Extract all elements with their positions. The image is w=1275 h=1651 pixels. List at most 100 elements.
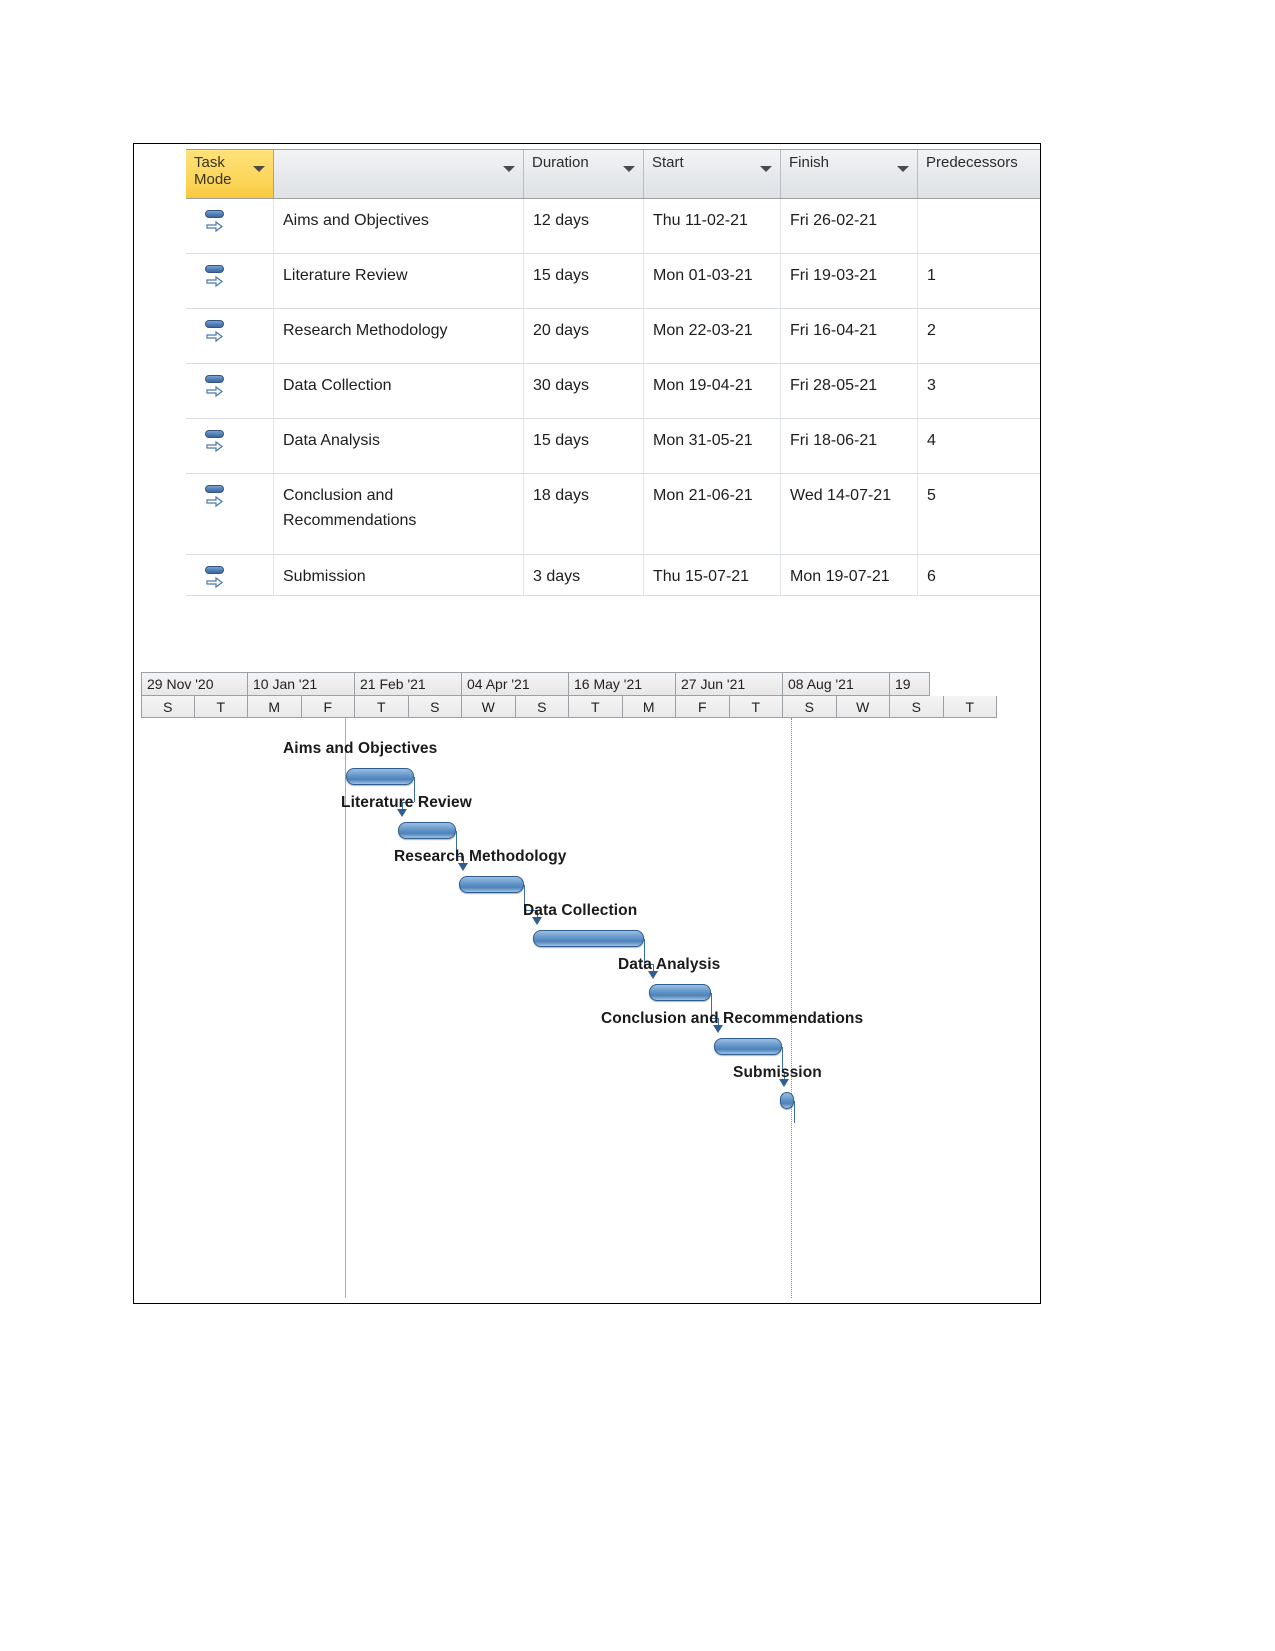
timeline-major-scale: 29 Nov '20 10 Jan '21 21 Feb '21 04 Apr '21… xyxy=(141,672,1003,696)
gantt-plot-area: Aims and Objectives Literature Review Rese… xyxy=(141,718,1009,1298)
gantt-bar[interactable] xyxy=(533,930,644,947)
cell-finish[interactable]: Wed 14-07-21 xyxy=(781,474,918,554)
timeline-major-tick: 08 Aug '21 xyxy=(783,672,890,696)
gantt-bar[interactable] xyxy=(714,1038,782,1055)
table-row[interactable]: Data Analysis 15 days Mon 31-05-21 Fri 18-0… xyxy=(186,419,1040,474)
cell-task-name[interactable]: Submission xyxy=(274,555,524,595)
cell-finish[interactable]: Fri 26-02-21 xyxy=(781,199,918,253)
cell-finish[interactable]: Fri 18-06-21 xyxy=(781,419,918,473)
cell-predecessors[interactable]: 6 xyxy=(918,555,1040,595)
cell-task-mode[interactable] xyxy=(186,254,274,308)
table-row[interactable]: Aims and Objectives 12 days Thu 11-02-21 Fr… xyxy=(186,199,1040,254)
table-row[interactable]: Research Methodology 20 days Mon 22-03-21 F… xyxy=(186,309,1040,364)
column-header-task-name[interactable] xyxy=(274,150,524,198)
table-row[interactable]: Literature Review 15 days Mon 01-03-21 Fri … xyxy=(186,254,1040,309)
auto-schedule-icon[interactable] xyxy=(205,210,227,236)
gantt-bar[interactable] xyxy=(649,984,711,1001)
gantt-bar-label: Literature Review xyxy=(341,794,472,811)
gantt-timeline-header: 29 Nov '20 10 Jan '21 21 Feb '21 04 Apr '21… xyxy=(141,672,1003,718)
gantt-bar[interactable] xyxy=(780,1092,794,1109)
timeline-minor-tick: T xyxy=(355,696,409,718)
auto-schedule-icon[interactable] xyxy=(205,375,227,401)
cell-finish[interactable]: Mon 19-07-21 xyxy=(781,555,918,595)
cell-predecessors[interactable]: 1 xyxy=(918,254,1040,308)
column-header-task-mode[interactable]: Task Mode xyxy=(186,150,274,198)
cell-finish[interactable]: Fri 16-04-21 xyxy=(781,309,918,363)
column-header-duration-label: Duration xyxy=(532,154,589,171)
column-header-finish[interactable]: Finish xyxy=(781,150,918,198)
cell-predecessors[interactable]: 4 xyxy=(918,419,1040,473)
chevron-down-icon[interactable] xyxy=(503,166,515,172)
column-header-duration[interactable]: Duration xyxy=(524,150,644,198)
cell-task-mode[interactable] xyxy=(186,474,274,554)
cell-duration[interactable]: 12 days xyxy=(524,199,644,253)
chevron-down-icon[interactable] xyxy=(760,166,772,172)
cell-finish[interactable]: Fri 19-03-21 xyxy=(781,254,918,308)
auto-schedule-icon[interactable] xyxy=(205,566,227,592)
cell-task-mode[interactable] xyxy=(186,199,274,253)
cell-duration[interactable]: 3 days xyxy=(524,555,644,595)
gantt-bar-label: Data Collection xyxy=(523,902,638,919)
chevron-down-icon[interactable] xyxy=(897,166,909,172)
status-date-line xyxy=(791,718,792,1298)
cell-predecessors[interactable] xyxy=(918,199,1040,253)
cell-task-name[interactable]: Aims and Objectives xyxy=(274,199,524,253)
auto-schedule-icon[interactable] xyxy=(205,485,227,511)
cell-start[interactable]: Mon 19-04-21 xyxy=(644,364,781,418)
chevron-down-icon[interactable] xyxy=(253,166,265,172)
cell-task-mode[interactable] xyxy=(186,364,274,418)
cell-task-mode[interactable] xyxy=(186,309,274,363)
gantt-bar[interactable] xyxy=(459,876,524,893)
timeline-major-tick: 19 xyxy=(890,672,930,696)
cell-predecessors[interactable]: 3 xyxy=(918,364,1040,418)
cell-duration[interactable]: 20 days xyxy=(524,309,644,363)
document-page: Task Mode Duration Start Finish Predeces… xyxy=(133,143,1041,1304)
project-task-table: Task Mode Duration Start Finish Predeces… xyxy=(186,149,1040,596)
gantt-chart: 29 Nov '20 10 Jan '21 21 Feb '21 04 Apr '21… xyxy=(141,672,1009,1298)
timeline-minor-tick: T xyxy=(943,696,997,718)
cell-start[interactable]: Mon 22-03-21 xyxy=(644,309,781,363)
column-header-start[interactable]: Start xyxy=(644,150,781,198)
cell-task-name[interactable]: Conclusion and Recommendations xyxy=(274,474,524,554)
cell-task-name[interactable]: Data Analysis xyxy=(274,419,524,473)
auto-schedule-icon[interactable] xyxy=(205,430,227,456)
gantt-bar-label: Conclusion and Recommendations xyxy=(601,1010,864,1027)
cell-predecessors[interactable]: 5 xyxy=(918,474,1040,554)
cell-duration[interactable]: 18 days xyxy=(524,474,644,554)
cell-start[interactable]: Mon 31-05-21 xyxy=(644,419,781,473)
cell-task-name[interactable]: Literature Review xyxy=(274,254,524,308)
column-header-predecessors[interactable]: Predecessors xyxy=(918,150,1040,198)
gantt-bar[interactable] xyxy=(398,822,456,839)
cell-duration[interactable]: 30 days xyxy=(524,364,644,418)
chevron-down-icon[interactable] xyxy=(623,166,635,172)
cell-finish[interactable]: Fri 28-05-21 xyxy=(781,364,918,418)
cell-start[interactable]: Thu 11-02-21 xyxy=(644,199,781,253)
cell-start[interactable]: Thu 15-07-21 xyxy=(644,555,781,595)
table-body: Aims and Objectives 12 days Thu 11-02-21 Fr… xyxy=(186,199,1040,596)
cell-predecessors[interactable]: 2 xyxy=(918,309,1040,363)
cell-duration[interactable]: 15 days xyxy=(524,419,644,473)
gantt-bar-label: Research Methodology xyxy=(394,848,567,865)
timeline-minor-tick: S xyxy=(408,696,462,718)
auto-schedule-icon[interactable] xyxy=(205,265,227,291)
timeline-minor-tick: M xyxy=(248,696,302,718)
table-row[interactable]: Conclusion and Recommendations 18 days Mon… xyxy=(186,474,1040,555)
cell-start[interactable]: Mon 21-06-21 xyxy=(644,474,781,554)
cell-task-mode[interactable] xyxy=(186,419,274,473)
auto-schedule-icon[interactable] xyxy=(205,320,227,346)
table-header-row: Task Mode Duration Start Finish Predeces… xyxy=(186,150,1040,199)
timeline-minor-tick: T xyxy=(569,696,623,718)
cell-task-mode[interactable] xyxy=(186,555,274,595)
timeline-major-tick: 27 Jun '21 xyxy=(676,672,783,696)
table-row[interactable]: Data Collection 30 days Mon 19-04-21 Fri 28… xyxy=(186,364,1040,419)
cell-task-name[interactable]: Data Collection xyxy=(274,364,524,418)
timeline-minor-tick: M xyxy=(622,696,676,718)
cell-duration[interactable]: 15 days xyxy=(524,254,644,308)
cell-task-name[interactable]: Research Methodology xyxy=(274,309,524,363)
timeline-major-tick: 10 Jan '21 xyxy=(248,672,355,696)
cell-start[interactable]: Mon 01-03-21 xyxy=(644,254,781,308)
timeline-minor-tick: F xyxy=(301,696,355,718)
table-row[interactable]: Submission 3 days Thu 15-07-21 Mon 19-07-21… xyxy=(186,555,1040,596)
gantt-bar[interactable] xyxy=(346,768,414,785)
gantt-bar-label: Aims and Objectives xyxy=(283,740,438,757)
